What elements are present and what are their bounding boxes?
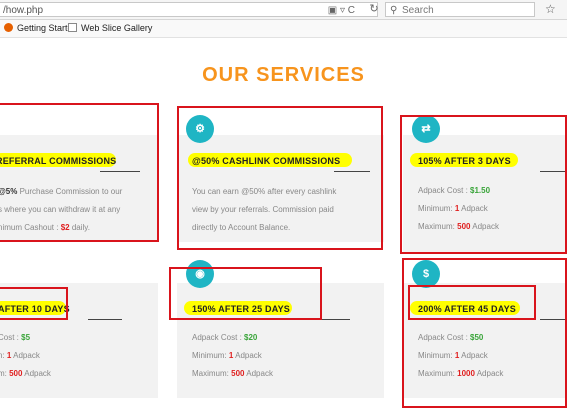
page-icon <box>68 23 77 32</box>
page-heading: OUR SERVICES <box>202 64 365 86</box>
search-placeholder: Search <box>402 5 434 16</box>
firefox-icon <box>4 23 13 32</box>
address-url: /how.php <box>3 5 44 16</box>
bookmark-getting-started[interactable]: Getting Started <box>4 23 78 34</box>
annotation-box <box>177 106 383 250</box>
search-icon: ⚲ <box>390 5 398 16</box>
adpack-cost: Cost : $5 <box>0 333 31 342</box>
address-bar-icons[interactable]: ▣ ▿ C <box>328 3 355 18</box>
adpack-minimum: n: 1 Adpack <box>0 351 40 360</box>
adpack-cost: Adpack Cost : $20 <box>192 333 258 342</box>
annotation-box <box>402 258 567 408</box>
card-body: Adpack Cost : $20 Minimum: 1 Adpack Maxi… <box>192 329 273 383</box>
adpack-maximum: Maximum: 500 Adpack <box>192 369 273 378</box>
browser-toolbar: /how.php ▣ ▿ C ↻ ⚲ Search ☆ <box>0 0 567 20</box>
annotation-box <box>400 115 567 254</box>
bookmark-web-slice-gallery[interactable]: Web Slice Gallery <box>68 23 152 34</box>
annotation-box <box>0 287 68 320</box>
bookmark-star-icon[interactable]: ☆ <box>545 2 556 16</box>
title-underline <box>88 319 122 320</box>
adpack-minimum: Minimum: 1 Adpack <box>192 351 262 360</box>
bookmark-label: Web Slice Gallery <box>81 23 153 33</box>
annotation-box <box>169 267 322 320</box>
reload-icon[interactable]: ↻ <box>367 2 381 17</box>
address-bar[interactable]: /how.php ▣ ▿ C <box>0 2 378 17</box>
search-input[interactable]: ⚲ Search <box>385 2 535 17</box>
annotation-box <box>0 103 159 242</box>
adpack-maximum: m: 500 Adpack <box>0 369 51 378</box>
card-body: Cost : $5 n: 1 Adpack m: 500 Adpack <box>0 329 51 383</box>
bookmarks-toolbar: Getting Started Web Slice Gallery <box>0 20 567 38</box>
